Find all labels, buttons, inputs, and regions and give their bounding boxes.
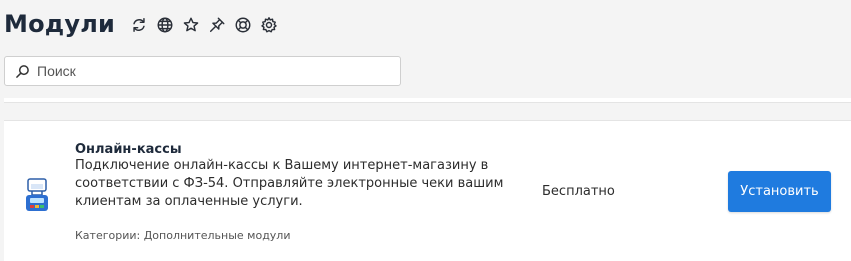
module-price: Бесплатно xyxy=(542,184,615,199)
module-description: Подключение онлайн-кассы к Вашему интерн… xyxy=(75,158,504,209)
module-card: Онлайн-кассы Подключение онлайн-кассы к … xyxy=(4,120,851,261)
header-toolbar xyxy=(129,15,279,35)
search-icon xyxy=(14,63,30,79)
help-circle-icon[interactable] xyxy=(233,15,253,35)
install-button[interactable]: Установить xyxy=(728,171,831,212)
search-bar xyxy=(4,56,401,86)
previous-card-edge xyxy=(4,98,851,103)
page-header: Модули xyxy=(4,8,279,40)
cash-register-icon xyxy=(24,178,50,212)
search-input[interactable] xyxy=(37,59,377,83)
module-title: Онлайн-кассы xyxy=(75,142,182,157)
star-icon[interactable] xyxy=(181,15,201,35)
gear-icon[interactable] xyxy=(259,15,279,35)
pin-icon[interactable] xyxy=(207,15,227,35)
refresh-icon[interactable] xyxy=(129,15,149,35)
globe-icon[interactable] xyxy=(155,15,175,35)
page-title: Модули xyxy=(4,10,115,38)
module-category: Категории: Дополнительные модули xyxy=(75,229,291,242)
